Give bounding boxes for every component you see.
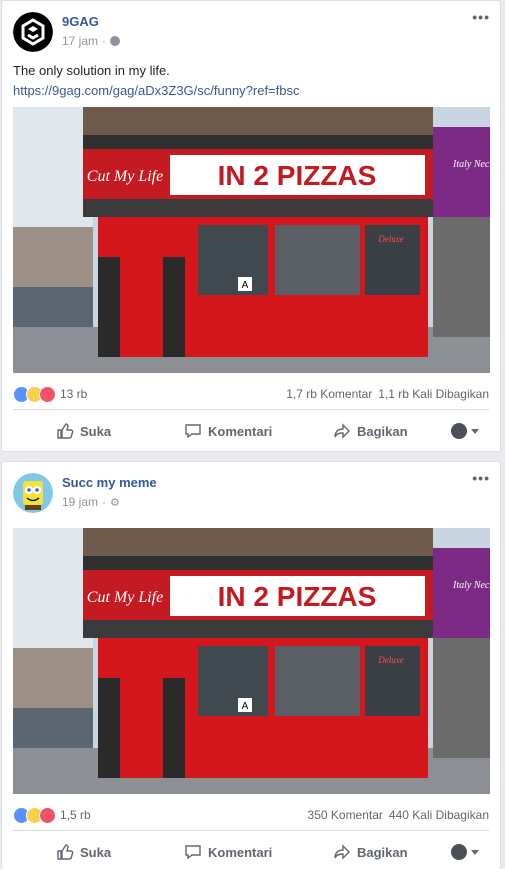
more-options-icon[interactable]: ••• xyxy=(472,9,490,25)
comment-button[interactable]: Komentari xyxy=(184,843,272,861)
comment-icon xyxy=(185,424,201,439)
love-reaction-icon[interactable] xyxy=(39,806,56,824)
thumbs-up-icon xyxy=(57,423,74,439)
post-actions: Suka Komentari Bagikan xyxy=(13,415,489,447)
sign-main-text: IN 2 PIZZAS xyxy=(218,160,377,191)
user-avatar-icon xyxy=(451,423,467,439)
post-text-block: The only solution in my life. https://9g… xyxy=(13,61,300,101)
comments-count[interactable]: 350 Komentar xyxy=(308,808,383,822)
post-meta: 19 jam · ⚙ xyxy=(62,495,120,509)
awning-text: Italy Neck 710 xyxy=(452,580,490,591)
share-arrow-icon xyxy=(334,423,350,439)
like-button[interactable]: Suka xyxy=(56,422,111,440)
user-avatar-icon xyxy=(451,844,467,860)
post-link[interactable]: https://9gag.com/gag/aDx3Z3G/sc/funny?re… xyxy=(13,81,300,101)
thumbs-up-icon xyxy=(57,844,74,860)
share-label: Bagikan xyxy=(357,423,408,439)
author-name[interactable]: 9GAG xyxy=(62,14,99,29)
more-options-icon[interactable]: ••• xyxy=(472,470,490,486)
post-photo[interactable]: IN 2 PIZZAS Cut My Life Deluxe A Italy N… xyxy=(13,528,490,794)
comment-label: Komentari xyxy=(208,423,273,439)
sign-left-text: Cut My Life xyxy=(87,589,163,606)
post-stats: 1,5 rb 350 Komentar 440 Kali Dibagikan xyxy=(13,805,489,825)
tile-letter: A xyxy=(242,280,249,291)
comment-label: Komentari xyxy=(208,844,273,860)
awning-text: Italy Neck 710 xyxy=(452,159,490,170)
author-avatar[interactable] xyxy=(13,473,53,513)
window-text: Deluxe xyxy=(377,655,403,665)
chevron-down-icon xyxy=(471,849,479,855)
post-actions: Suka Komentari Bagikan xyxy=(13,836,489,868)
reactions-count[interactable]: 13 rb xyxy=(60,387,87,401)
audience-selector[interactable] xyxy=(451,423,479,439)
comment-icon xyxy=(185,845,201,860)
love-reaction-icon[interactable] xyxy=(39,385,56,403)
author-avatar[interactable] xyxy=(13,12,53,52)
meta-separator: · xyxy=(102,495,107,509)
storefront-photo: IN 2 PIZZAS Cut My Life Deluxe A Italy N… xyxy=(13,107,490,373)
storefront-photo: IN 2 PIZZAS Cut My Life Deluxe A Italy N… xyxy=(13,528,490,794)
sign-main-text: IN 2 PIZZAS xyxy=(218,581,377,612)
window-text: Deluxe xyxy=(377,234,403,244)
like-label: Suka xyxy=(80,423,112,439)
tile-letter: A xyxy=(242,701,249,712)
spongebob-avatar-icon xyxy=(13,473,53,513)
post-text: The only solution in my life. xyxy=(13,63,170,78)
share-label: Bagikan xyxy=(357,844,408,860)
post-card: 9GAG 17 jam · ••• The only solution in m… xyxy=(1,0,501,452)
divider xyxy=(13,409,489,410)
reactions-count[interactable]: 1,5 rb xyxy=(60,808,91,822)
stats-right: 1,7 rb Komentar 1,1 rb Kali Dibagikan xyxy=(286,387,489,401)
9gag-logo-icon xyxy=(13,12,53,52)
post-stats: 13 rb 1,7 rb Komentar 1,1 rb Kali Dibagi… xyxy=(13,384,489,404)
post-time[interactable]: 17 jam xyxy=(62,34,98,48)
share-button[interactable]: Bagikan xyxy=(333,422,408,440)
globe-icon[interactable] xyxy=(110,36,121,46)
comments-count[interactable]: 1,7 rb Komentar xyxy=(286,387,372,401)
meta-separator: · xyxy=(102,34,107,48)
shares-count[interactable]: 440 Kali Dibagikan xyxy=(389,808,489,822)
post-meta: 17 jam · xyxy=(62,34,121,48)
author-name[interactable]: Succ my meme xyxy=(62,475,157,490)
like-label: Suka xyxy=(80,844,112,860)
post-card: Succ my meme 19 jam · ⚙ ••• IN 2 PIZZAS … xyxy=(1,461,501,869)
share-button[interactable]: Bagikan xyxy=(333,843,408,861)
shares-count[interactable]: 1,1 rb Kali Dibagikan xyxy=(378,387,489,401)
like-button[interactable]: Suka xyxy=(56,843,111,861)
post-photo[interactable]: IN 2 PIZZAS Cut My Life Deluxe A Italy N… xyxy=(13,107,490,373)
comment-button[interactable]: Komentari xyxy=(184,422,272,440)
sign-left-text: Cut My Life xyxy=(87,168,163,185)
post-time[interactable]: 19 jam xyxy=(62,495,98,509)
share-arrow-icon xyxy=(334,844,350,860)
gear-icon[interactable]: ⚙ xyxy=(110,496,120,509)
audience-selector[interactable] xyxy=(451,844,479,860)
stats-right: 350 Komentar 440 Kali Dibagikan xyxy=(308,808,489,822)
chevron-down-icon xyxy=(471,428,479,434)
divider xyxy=(13,830,489,831)
